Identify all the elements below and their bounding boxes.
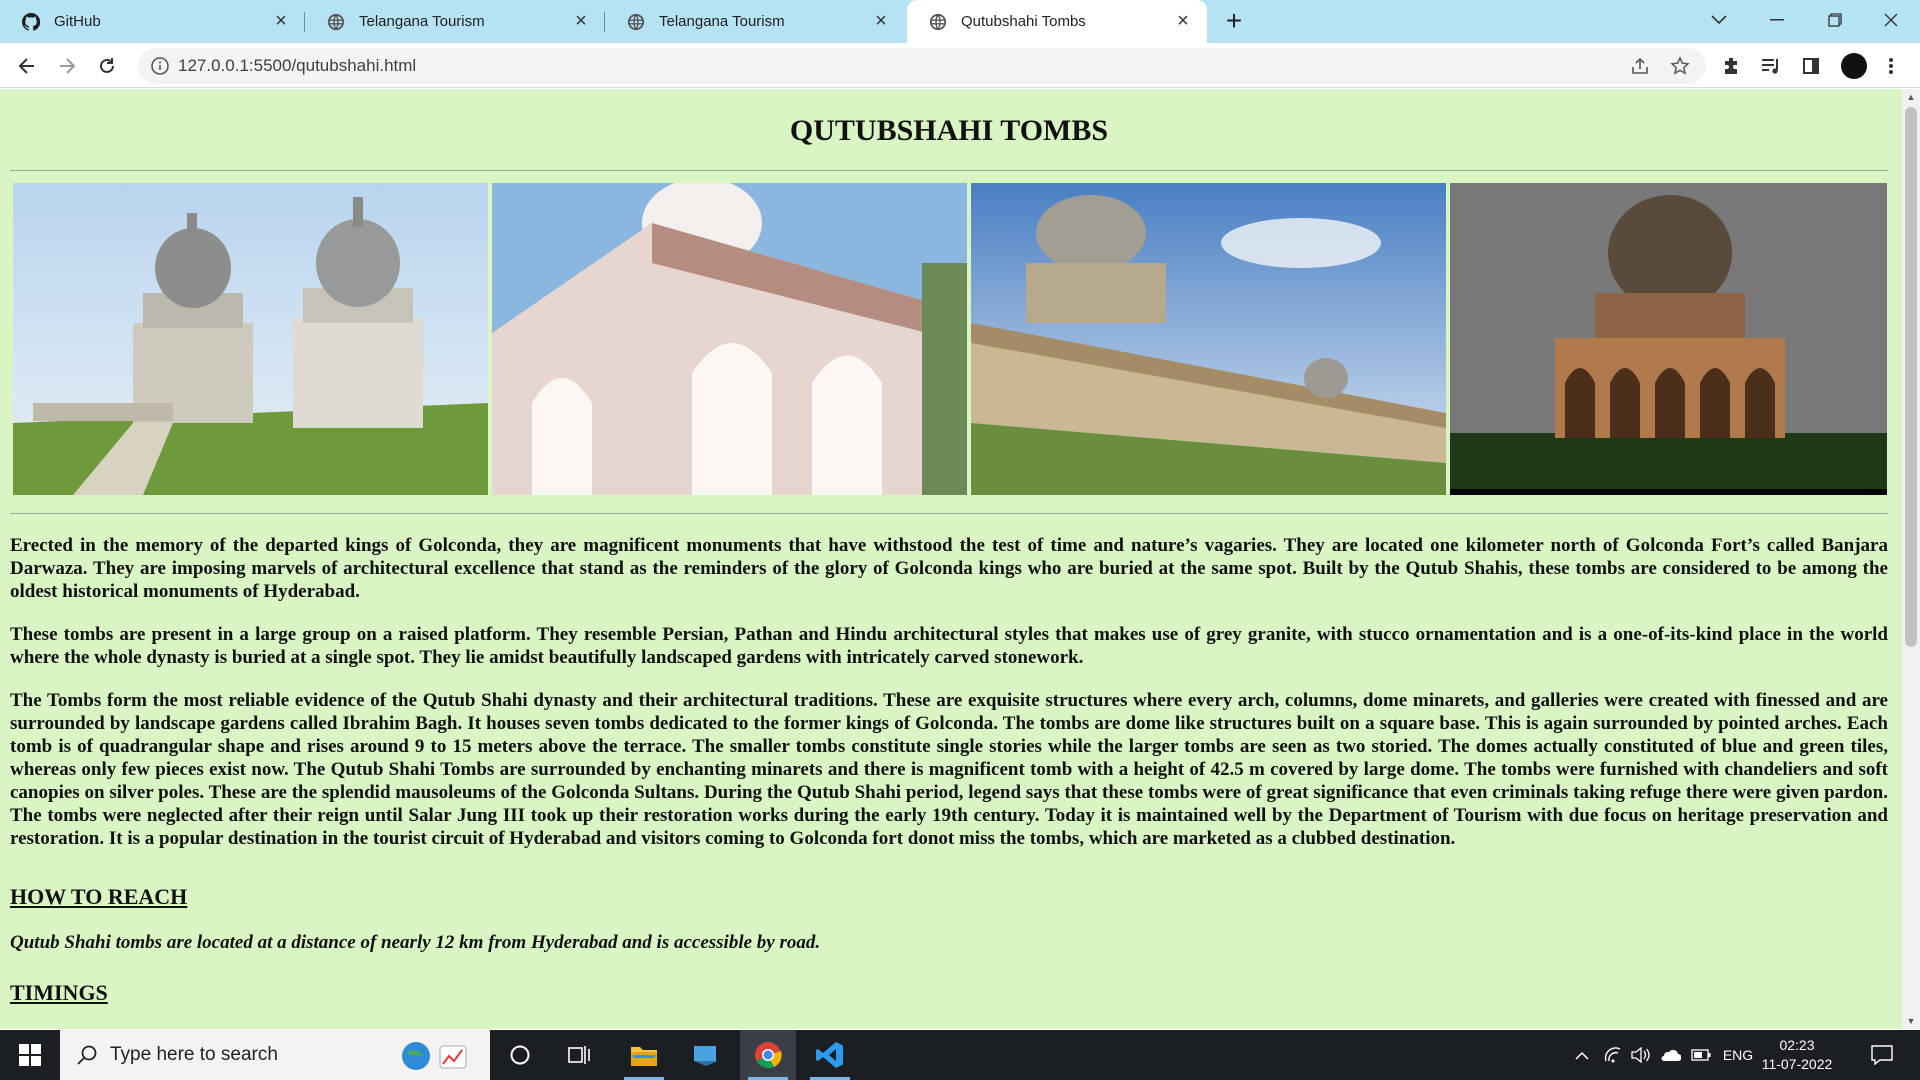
globe-icon <box>627 13 645 31</box>
how-to-reach-text: Qutub Shahi tombs are located at a dista… <box>10 932 821 953</box>
menu-dots-icon[interactable] <box>1874 49 1908 83</box>
tab-github[interactable]: GitHub × <box>0 0 305 43</box>
chrome-icon[interactable] <box>740 1030 796 1080</box>
how-to-reach-heading: HOW TO REACH <box>10 884 188 909</box>
browser-toolbar: 127.0.0.1:5500/qutubshahi.html <box>0 43 1920 88</box>
divider <box>10 170 1888 171</box>
page-viewport: QUTUBSHAHI TOMBS Erected in the memory o… <box>0 89 1920 1029</box>
forward-icon[interactable] <box>50 49 84 83</box>
url-text: 127.0.0.1:5500/qutubshahi.html <box>178 56 417 75</box>
volume-icon[interactable] <box>1628 1030 1654 1080</box>
clock-time: 02:23 <box>1779 1037 1815 1053</box>
file-explorer-icon[interactable] <box>616 1030 672 1080</box>
tab-strip: GitHub × Telangana Tourism × Telangana T… <box>0 0 1920 43</box>
history-paragraph: The Tombs form the most reliable evidenc… <box>10 690 1888 849</box>
new-tab-button[interactable]: + <box>1218 5 1250 37</box>
tab-title: Qutubshahi Tombs <box>961 13 1086 30</box>
reload-icon[interactable] <box>90 49 124 83</box>
scroll-up-icon[interactable]: ▲ <box>1902 89 1920 105</box>
close-tab-icon[interactable]: × <box>871 10 891 32</box>
onedrive-icon[interactable] <box>1656 1030 1684 1080</box>
scroll-down-icon[interactable]: ▼ <box>1902 1013 1920 1029</box>
tab-title: Telangana Tourism <box>359 13 485 30</box>
github-icon <box>22 12 40 31</box>
show-hidden-icons-icon[interactable] <box>1570 1030 1594 1080</box>
battery-icon[interactable] <box>1688 1030 1714 1080</box>
photo-tomb-gallery <box>971 183 1446 495</box>
search-icon <box>76 1044 98 1071</box>
close-tab-icon[interactable]: × <box>571 10 591 32</box>
app-icon[interactable] <box>678 1030 734 1080</box>
windows-taskbar: Type here to search ENG 02:23 11-07-2022 <box>0 1030 1920 1080</box>
taskbar-search[interactable]: Type here to search <box>60 1030 490 1080</box>
photo-tomb-hdr <box>1450 183 1887 495</box>
site-info-icon[interactable] <box>150 56 170 76</box>
system-clock[interactable]: 02:23 11-07-2022 <box>1758 1036 1836 1074</box>
tab-title: Telangana Tourism <box>659 13 785 30</box>
wifi-icon[interactable] <box>1600 1030 1626 1080</box>
share-icon[interactable] <box>1628 54 1652 78</box>
address-bar[interactable]: 127.0.0.1:5500/qutubshahi.html <box>138 48 1706 84</box>
architecture-paragraph: These tombs are present in a large group… <box>10 624 1888 668</box>
globe-icon <box>929 13 947 31</box>
start-button[interactable] <box>0 1030 60 1080</box>
photo-gallery <box>10 183 1888 495</box>
media-control-icon[interactable] <box>1754 49 1788 83</box>
photo-tombs-garden <box>13 183 488 495</box>
globe-icon <box>327 13 345 31</box>
tab-title: GitHub <box>54 13 101 30</box>
profile-avatar[interactable] <box>1841 53 1867 79</box>
minimize-icon[interactable] <box>1748 0 1806 40</box>
bookmark-star-icon[interactable] <box>1668 54 1692 78</box>
back-icon[interactable] <box>10 49 44 83</box>
task-view-icon[interactable] <box>552 1030 608 1080</box>
search-placeholder: Type here to search <box>110 1044 278 1065</box>
timings-heading: TIMINGS <box>10 980 108 1005</box>
cortana-icon[interactable] <box>492 1030 548 1080</box>
notifications-icon[interactable] <box>1862 1030 1902 1080</box>
tab-telangana-tourism-1[interactable]: Telangana Tourism × <box>305 0 605 43</box>
tab-qutubshahi-tombs[interactable]: Qutubshahi Tombs × <box>907 0 1207 43</box>
page-content: QUTUBSHAHI TOMBS Erected in the memory o… <box>10 89 1888 1006</box>
vertical-scrollbar[interactable]: ▲ ▼ <box>1902 89 1920 1029</box>
vscode-icon[interactable] <box>802 1030 858 1080</box>
close-window-icon[interactable] <box>1862 0 1920 40</box>
windows-logo-icon <box>19 1044 41 1066</box>
close-tab-icon[interactable]: × <box>1173 10 1193 32</box>
side-panel-icon[interactable] <box>1794 49 1828 83</box>
scrollbar-thumb[interactable] <box>1905 107 1917 647</box>
photo-tomb-arches <box>492 183 967 495</box>
language-indicator[interactable]: ENG <box>1718 1030 1758 1080</box>
divider <box>10 513 1888 514</box>
page-title: QUTUBSHAHI TOMBS <box>789 114 1109 147</box>
restore-icon[interactable] <box>1806 0 1864 40</box>
clock-date: 11-07-2022 <box>1761 1056 1833 1072</box>
tab-telangana-tourism-2[interactable]: Telangana Tourism × <box>605 0 905 43</box>
tab-search-icon[interactable] <box>1690 0 1748 40</box>
close-tab-icon[interactable]: × <box>271 10 291 32</box>
extensions-icon[interactable] <box>1714 49 1748 83</box>
search-highlight-icon[interactable] <box>400 1040 470 1077</box>
intro-paragraph: Erected in the memory of the departed ki… <box>10 535 1888 602</box>
